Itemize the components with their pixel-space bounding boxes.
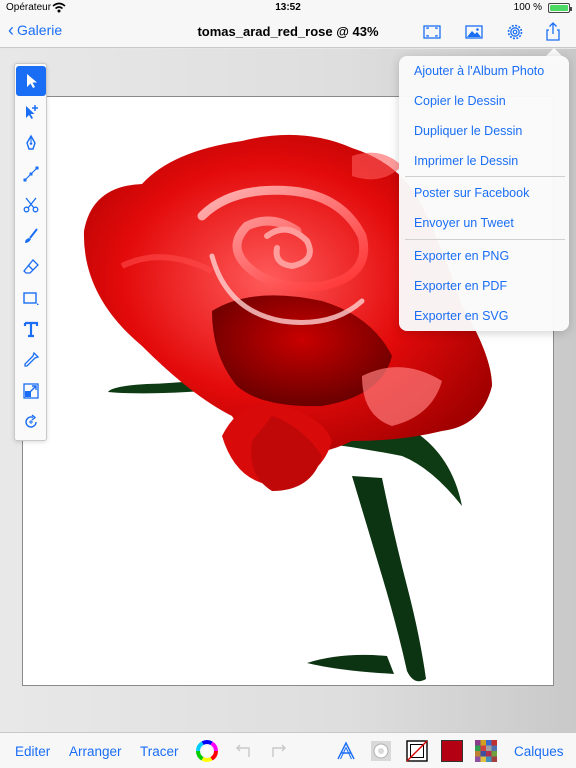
font-icon[interactable] [335,740,357,762]
menu-item-duplicate-drawing[interactable]: Dupliquer le Dessin [399,116,569,146]
document-title: tomas_arad_red_rose @ 43% [197,24,379,39]
tool-palette [14,63,47,441]
menu-item-export-png[interactable]: Exporter en PNG [399,241,569,271]
menu-item-add-to-album[interactable]: Ajouter à l'Album Photo [399,56,569,86]
tool-scissors[interactable] [16,190,46,220]
navigation-bar: ‹ Galerie tomas_arad_red_rose @ 43% [0,16,576,48]
eyedropper-icon [24,351,40,367]
share-icon[interactable] [543,22,563,42]
eraser-icon [23,259,39,274]
chevron-left-icon: ‹ [8,20,14,40]
battery-icon [548,3,572,13]
rectangle-icon [23,292,39,305]
edit-button[interactable]: Editer [15,744,50,759]
tool-text[interactable] [16,314,46,344]
brush-icon [25,228,38,243]
redo-icon[interactable] [268,740,290,762]
menu-item-send-tweet[interactable]: Envoyer un Tweet [399,208,569,238]
tool-direct-select[interactable] [16,97,46,127]
undo-icon[interactable] [232,740,254,762]
pen-icon [26,134,36,150]
arrange-button[interactable]: Arranger [69,744,122,759]
back-label: Galerie [17,22,63,38]
tool-rectangle[interactable] [16,283,46,313]
gear-icon[interactable] [505,22,525,42]
rotate-icon [25,414,37,428]
tool-eyedropper[interactable] [16,345,46,375]
bottom-toolbar: Editer Arranger Tracer Calques [0,732,576,768]
texture-icon[interactable] [475,740,497,762]
menu-item-export-svg[interactable]: Exporter en SVG [399,301,569,331]
color-wheel-icon[interactable] [196,740,218,762]
back-button[interactable]: ‹ Galerie [8,20,63,40]
transform-icon [23,383,39,399]
node-edit-icon [23,166,39,182]
trace-button[interactable]: Tracer [140,744,179,759]
select-arrow-icon [27,74,37,88]
battery-percent: 100 % [513,2,542,13]
menu-item-export-pdf[interactable]: Exporter en PDF [399,271,569,301]
menu-divider [405,239,565,240]
status-bar: Opérateur 13:52 100 % [0,0,576,16]
direct-select-icon [26,105,38,119]
share-menu: Ajouter à l'Album Photo Copier le Dessin… [399,56,569,331]
pattern-fill-icon[interactable] [370,740,392,762]
tool-transform[interactable] [16,376,46,406]
menu-item-post-facebook[interactable]: Poster sur Facebook [399,178,569,208]
tool-pen[interactable] [16,128,46,158]
layers-button[interactable]: Calques [514,744,564,759]
image-icon[interactable] [464,22,484,42]
tool-node-edit[interactable] [16,159,46,189]
stroke-style-icon[interactable] [406,740,428,762]
tool-select[interactable] [16,66,46,96]
menu-divider [405,176,565,177]
text-icon [23,321,39,338]
tool-brush[interactable] [16,221,46,251]
clock: 13:52 [275,2,301,13]
tool-eraser[interactable] [16,252,46,282]
fill-color-swatch[interactable] [441,740,463,762]
menu-item-copy-drawing[interactable]: Copier le Dessin [399,86,569,116]
menu-item-print-drawing[interactable]: Imprimer le Dessin [399,146,569,176]
fullscreen-icon[interactable] [422,22,442,42]
tool-rotate[interactable] [16,407,46,437]
scissors-icon [23,197,39,213]
